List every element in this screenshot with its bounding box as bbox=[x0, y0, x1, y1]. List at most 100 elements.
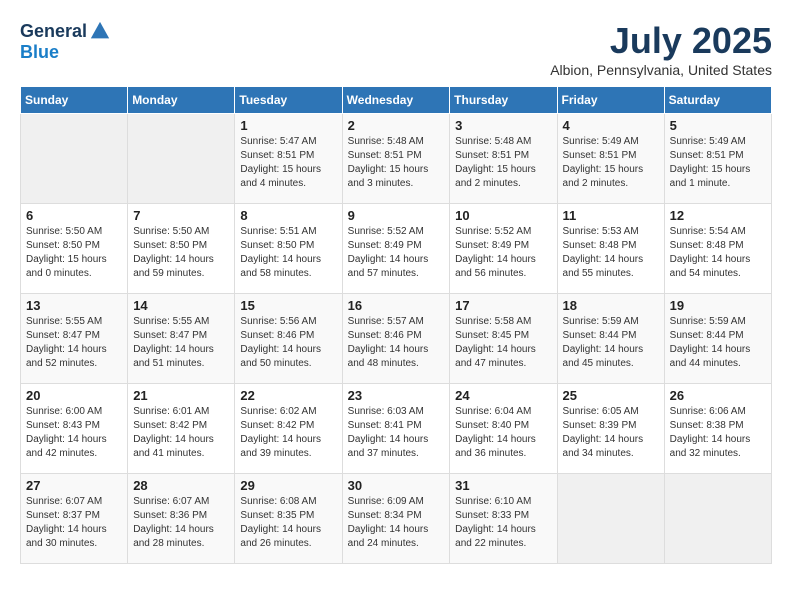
day-info: Sunrise: 5:53 AMSunset: 8:48 PMDaylight:… bbox=[563, 225, 659, 281]
day-number: 20 bbox=[26, 388, 122, 403]
day-info: Sunrise: 5:57 AMSunset: 8:46 PMDaylight:… bbox=[348, 315, 445, 371]
calendar-cell: 19 Sunrise: 5:59 AMSunset: 8:44 PMDayligh… bbox=[664, 294, 771, 384]
day-number: 17 bbox=[455, 298, 551, 313]
day-number: 14 bbox=[133, 298, 229, 313]
logo-blue-text: Blue bbox=[20, 42, 59, 62]
calendar-cell: 14Sunrise: 5:55 AMSunset: 8:47 PMDayligh… bbox=[128, 294, 235, 384]
day-info: Sunrise: 5:59 AMSunset: 8:44 PMDaylight:… bbox=[670, 315, 766, 371]
day-number: 16 bbox=[348, 298, 445, 313]
calendar-cell: 31 Sunrise: 6:10 AMSunset: 8:33 PMDayligh… bbox=[450, 474, 557, 564]
calendar-cell: 27 Sunrise: 6:07 AMSunset: 8:37 PMDayligh… bbox=[21, 474, 128, 564]
day-number: 1 bbox=[240, 118, 336, 133]
day-info: Sunrise: 6:10 AMSunset: 8:33 PMDaylight:… bbox=[455, 495, 551, 551]
calendar-cell: 16 Sunrise: 5:57 AMSunset: 8:46 PMDayligh… bbox=[342, 294, 450, 384]
day-info: Sunrise: 6:05 AMSunset: 8:39 PMDaylight:… bbox=[563, 405, 659, 461]
weekday-header-saturday: Saturday bbox=[664, 87, 771, 114]
calendar-cell: 24 Sunrise: 6:04 AMSunset: 8:40 PMDayligh… bbox=[450, 384, 557, 474]
title-block: July 2025 Albion, Pennsylvania, United S… bbox=[550, 20, 772, 78]
calendar-cell: 30 Sunrise: 6:09 AMSunset: 8:34 PMDayligh… bbox=[342, 474, 450, 564]
calendar-cell: 29Sunrise: 6:08 AMSunset: 8:35 PMDayligh… bbox=[235, 474, 342, 564]
calendar-week-row: 1 Sunrise: 5:47 AMSunset: 8:51 PMDaylight… bbox=[21, 114, 772, 204]
day-number: 4 bbox=[563, 118, 659, 133]
calendar-week-row: 20 Sunrise: 6:00 AMSunset: 8:43 PMDayligh… bbox=[21, 384, 772, 474]
day-number: 21 bbox=[133, 388, 229, 403]
location-subtitle: Albion, Pennsylvania, United States bbox=[550, 62, 772, 78]
calendar-cell: 1 Sunrise: 5:47 AMSunset: 8:51 PMDaylight… bbox=[235, 114, 342, 204]
day-info: Sunrise: 5:52 AMSunset: 8:49 PMDaylight:… bbox=[455, 225, 551, 281]
day-number: 6 bbox=[26, 208, 122, 223]
calendar-cell: 10 Sunrise: 5:52 AMSunset: 8:49 PMDayligh… bbox=[450, 204, 557, 294]
day-info: Sunrise: 6:06 AMSunset: 8:38 PMDaylight:… bbox=[670, 405, 766, 461]
day-number: 8 bbox=[240, 208, 336, 223]
day-info: Sunrise: 6:09 AMSunset: 8:34 PMDaylight:… bbox=[348, 495, 445, 551]
weekday-header-wednesday: Wednesday bbox=[342, 87, 450, 114]
day-number: 3 bbox=[455, 118, 551, 133]
day-number: 5 bbox=[670, 118, 766, 133]
calendar-cell bbox=[128, 114, 235, 204]
weekday-header-friday: Friday bbox=[557, 87, 664, 114]
calendar-table: SundayMondayTuesdayWednesdayThursdayFrid… bbox=[20, 86, 772, 564]
day-number: 19 bbox=[670, 298, 766, 313]
day-info: Sunrise: 5:50 AMSunset: 8:50 PMDaylight:… bbox=[26, 225, 122, 281]
day-info: Sunrise: 5:58 AMSunset: 8:45 PMDaylight:… bbox=[455, 315, 551, 371]
day-info: Sunrise: 6:03 AMSunset: 8:41 PMDaylight:… bbox=[348, 405, 445, 461]
calendar-cell: 4Sunrise: 5:49 AMSunset: 8:51 PMDaylight… bbox=[557, 114, 664, 204]
calendar-cell: 12 Sunrise: 5:54 AMSunset: 8:48 PMDayligh… bbox=[664, 204, 771, 294]
day-info: Sunrise: 5:48 AMSunset: 8:51 PMDaylight:… bbox=[455, 135, 551, 191]
day-number: 18 bbox=[563, 298, 659, 313]
day-info: Sunrise: 5:59 AMSunset: 8:44 PMDaylight:… bbox=[563, 315, 659, 371]
calendar-cell: 9Sunrise: 5:52 AMSunset: 8:49 PMDaylight… bbox=[342, 204, 450, 294]
calendar-cell: 13 Sunrise: 5:55 AMSunset: 8:47 PMDayligh… bbox=[21, 294, 128, 384]
calendar-week-row: 13 Sunrise: 5:55 AMSunset: 8:47 PMDayligh… bbox=[21, 294, 772, 384]
weekday-header-tuesday: Tuesday bbox=[235, 87, 342, 114]
day-number: 12 bbox=[670, 208, 766, 223]
day-number: 28 bbox=[133, 478, 229, 493]
day-info: Sunrise: 6:02 AMSunset: 8:42 PMDaylight:… bbox=[240, 405, 336, 461]
day-info: Sunrise: 5:47 AMSunset: 8:51 PMDaylight:… bbox=[240, 135, 336, 191]
day-info: Sunrise: 6:01 AMSunset: 8:42 PMDaylight:… bbox=[133, 405, 229, 461]
day-info: Sunrise: 6:07 AMSunset: 8:37 PMDaylight:… bbox=[26, 495, 122, 551]
day-number: 29 bbox=[240, 478, 336, 493]
day-info: Sunrise: 5:50 AMSunset: 8:50 PMDaylight:… bbox=[133, 225, 229, 281]
calendar-cell: 23Sunrise: 6:03 AMSunset: 8:41 PMDayligh… bbox=[342, 384, 450, 474]
calendar-cell bbox=[664, 474, 771, 564]
day-info: Sunrise: 6:04 AMSunset: 8:40 PMDaylight:… bbox=[455, 405, 551, 461]
calendar-cell: 17 Sunrise: 5:58 AMSunset: 8:45 PMDayligh… bbox=[450, 294, 557, 384]
day-info: Sunrise: 5:48 AMSunset: 8:51 PMDaylight:… bbox=[348, 135, 445, 191]
calendar-week-row: 6 Sunrise: 5:50 AMSunset: 8:50 PMDaylight… bbox=[21, 204, 772, 294]
calendar-cell: 11Sunrise: 5:53 AMSunset: 8:48 PMDayligh… bbox=[557, 204, 664, 294]
calendar-cell: 26 Sunrise: 6:06 AMSunset: 8:38 PMDayligh… bbox=[664, 384, 771, 474]
calendar-cell: 2Sunrise: 5:48 AMSunset: 8:51 PMDaylight… bbox=[342, 114, 450, 204]
day-number: 30 bbox=[348, 478, 445, 493]
day-number: 22 bbox=[240, 388, 336, 403]
day-number: 13 bbox=[26, 298, 122, 313]
calendar-cell bbox=[557, 474, 664, 564]
calendar-cell: 6 Sunrise: 5:50 AMSunset: 8:50 PMDaylight… bbox=[21, 204, 128, 294]
calendar-cell: 20 Sunrise: 6:00 AMSunset: 8:43 PMDayligh… bbox=[21, 384, 128, 474]
day-info: Sunrise: 5:51 AMSunset: 8:50 PMDaylight:… bbox=[240, 225, 336, 281]
day-info: Sunrise: 5:56 AMSunset: 8:46 PMDaylight:… bbox=[240, 315, 336, 371]
calendar-week-row: 27 Sunrise: 6:07 AMSunset: 8:37 PMDayligh… bbox=[21, 474, 772, 564]
day-number: 31 bbox=[455, 478, 551, 493]
month-title: July 2025 bbox=[550, 20, 772, 62]
logo-icon bbox=[89, 20, 111, 42]
calendar-cell bbox=[21, 114, 128, 204]
day-info: Sunrise: 5:49 AMSunset: 8:51 PMDaylight:… bbox=[670, 135, 766, 191]
page-header: General Blue July 2025 Albion, Pennsylva… bbox=[20, 20, 772, 78]
day-info: Sunrise: 6:00 AMSunset: 8:43 PMDaylight:… bbox=[26, 405, 122, 461]
day-number: 10 bbox=[455, 208, 551, 223]
day-number: 26 bbox=[670, 388, 766, 403]
calendar-cell: 8 Sunrise: 5:51 AMSunset: 8:50 PMDaylight… bbox=[235, 204, 342, 294]
weekday-header-monday: Monday bbox=[128, 87, 235, 114]
calendar-cell: 15Sunrise: 5:56 AMSunset: 8:46 PMDayligh… bbox=[235, 294, 342, 384]
day-info: Sunrise: 5:54 AMSunset: 8:48 PMDaylight:… bbox=[670, 225, 766, 281]
day-number: 24 bbox=[455, 388, 551, 403]
weekday-header-sunday: Sunday bbox=[21, 87, 128, 114]
day-number: 27 bbox=[26, 478, 122, 493]
calendar-cell: 22 Sunrise: 6:02 AMSunset: 8:42 PMDayligh… bbox=[235, 384, 342, 474]
calendar-cell: 28Sunrise: 6:07 AMSunset: 8:36 PMDayligh… bbox=[128, 474, 235, 564]
day-info: Sunrise: 5:52 AMSunset: 8:49 PMDaylight:… bbox=[348, 225, 445, 281]
day-info: Sunrise: 5:55 AMSunset: 8:47 PMDaylight:… bbox=[26, 315, 122, 371]
calendar-cell: 18 Sunrise: 5:59 AMSunset: 8:44 PMDayligh… bbox=[557, 294, 664, 384]
day-number: 7 bbox=[133, 208, 229, 223]
